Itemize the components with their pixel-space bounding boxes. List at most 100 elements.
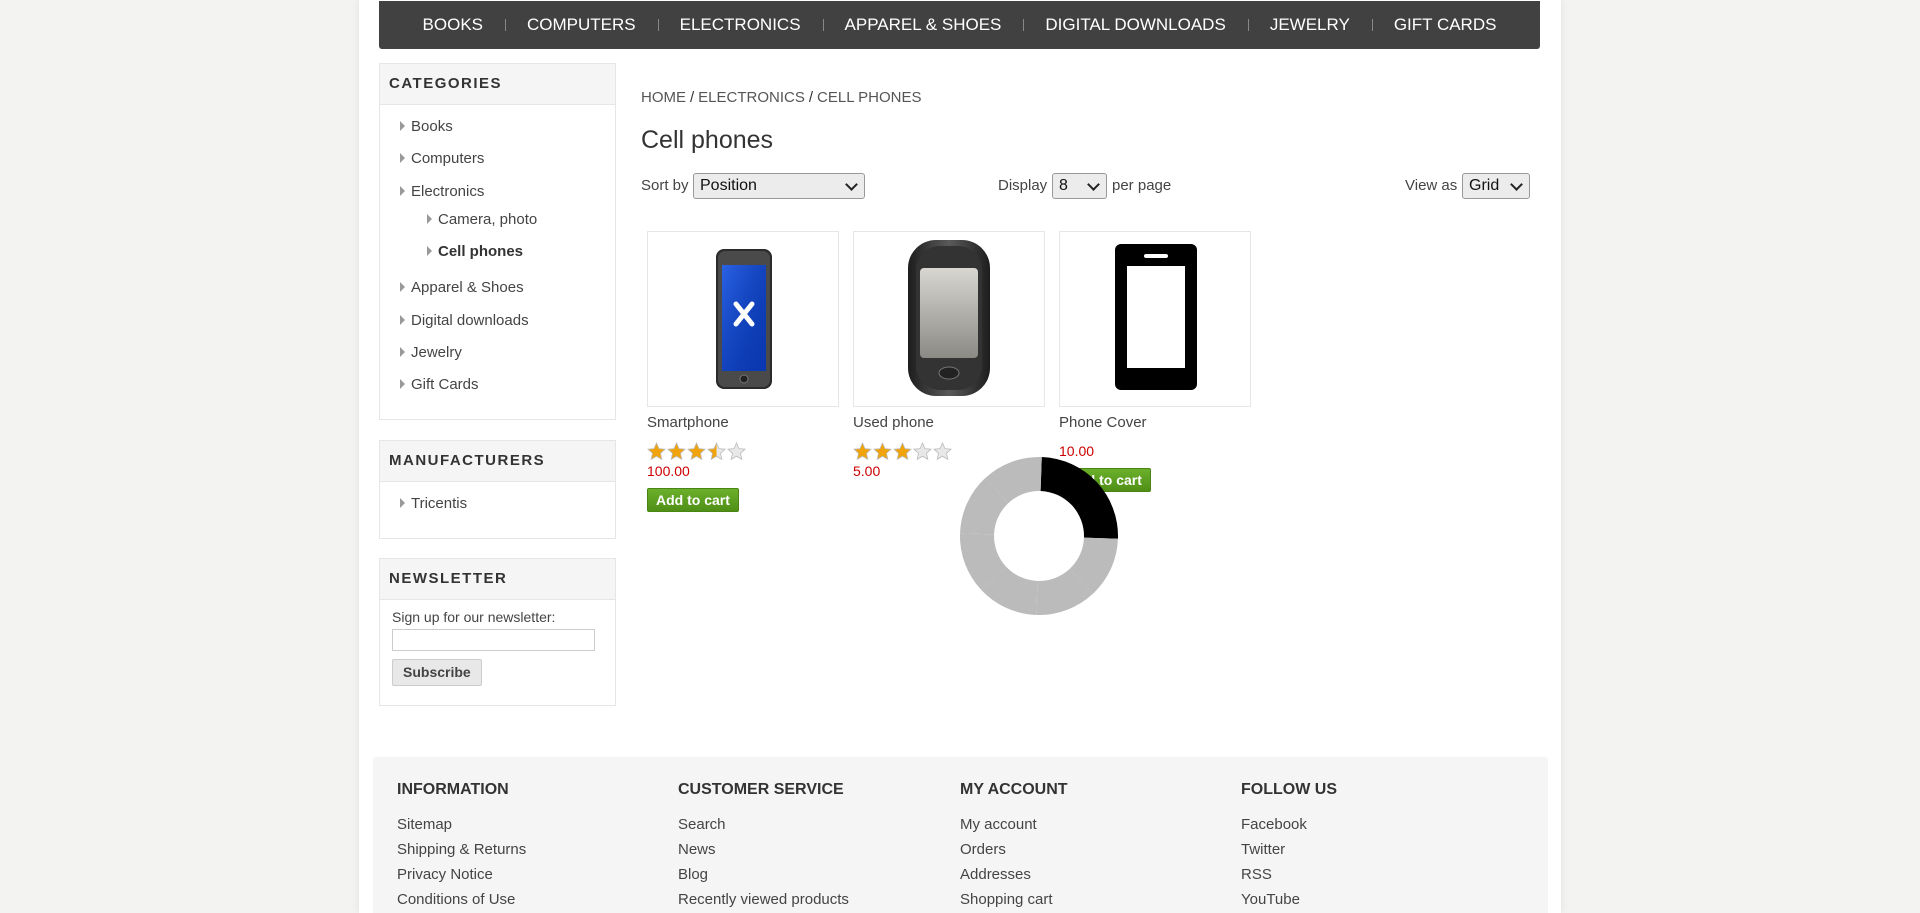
- footer-column-title: Information: [397, 781, 509, 798]
- category-gift-cards[interactable]: Gift Cards: [400, 376, 479, 393]
- breadcrumb-separator: /: [690, 89, 695, 106]
- footer-link-sitemap[interactable]: Sitemap: [397, 816, 526, 833]
- footer-column-customer-service: Customer service Search News Blog Recent…: [678, 781, 849, 908]
- footer-column-information: Information Sitemap Shipping & Returns P…: [397, 781, 526, 908]
- category-electronics[interactable]: Electronics: [400, 183, 484, 200]
- footer-link-youtube[interactable]: YouTube: [1241, 891, 1337, 908]
- display-label: Display: [998, 177, 1048, 194]
- product-image-used-phone[interactable]: [853, 231, 1045, 407]
- footer-link-rss[interactable]: RSS: [1241, 866, 1337, 883]
- footer-link-facebook[interactable]: Facebook: [1241, 816, 1337, 833]
- sort-select-value: Position: [700, 177, 757, 194]
- category-cell-phones[interactable]: Cell phones: [427, 243, 523, 260]
- footer-link-search[interactable]: Search: [678, 816, 849, 833]
- star-icon: [893, 442, 912, 461]
- caret-right-icon: [400, 347, 405, 357]
- breadcrumb-current: Cell phones: [817, 89, 922, 106]
- footer-link-privacy-notice[interactable]: Privacy Notice: [397, 866, 526, 883]
- category-digital-downloads[interactable]: Digital downloads: [400, 312, 529, 329]
- category-camera-photo[interactable]: Camera, photo: [427, 211, 537, 228]
- breadcrumb-electronics[interactable]: Electronics: [698, 89, 805, 106]
- view-as-select-value: Grid: [1469, 177, 1500, 194]
- category-computers[interactable]: Computers: [400, 150, 484, 167]
- rating-stars: [647, 442, 746, 461]
- display-select-value: 8: [1059, 177, 1068, 194]
- footer-link-conditions-of-use[interactable]: Conditions of Use: [397, 891, 526, 908]
- view-as-label: View as: [1405, 177, 1458, 194]
- menu-item-apparel-shoes[interactable]: Apparel & Shoes: [822, 15, 1024, 35]
- menu-item-books[interactable]: Books: [401, 15, 505, 35]
- category-jewelry[interactable]: Jewelry: [400, 344, 462, 361]
- footer-column-title: My account: [960, 781, 1068, 798]
- star-icon: [727, 442, 746, 461]
- categories-block: Categories Books Computers Electronics C…: [379, 63, 616, 420]
- breadcrumb-home[interactable]: Home: [641, 89, 686, 106]
- footer-link-my-account[interactable]: My account: [960, 816, 1068, 833]
- caret-right-icon: [400, 121, 405, 131]
- breadcrumb-separator: /: [808, 89, 814, 106]
- newsletter-block: Newsletter Sign up for our newsletter: S…: [379, 558, 616, 706]
- subscribe-button[interactable]: Subscribe: [392, 659, 482, 686]
- footer-column-my-account: My account My account Orders Addresses S…: [960, 781, 1068, 908]
- menu-item-computers[interactable]: Computers: [505, 15, 658, 35]
- star-icon: [667, 442, 686, 461]
- caret-right-icon: [427, 214, 432, 224]
- footer-link-addresses[interactable]: Addresses: [960, 866, 1068, 883]
- caret-right-icon: [400, 315, 405, 325]
- view-as-select[interactable]: Grid: [1462, 173, 1530, 199]
- footer-link-shipping-returns[interactable]: Shipping & Returns: [397, 841, 526, 858]
- caret-right-icon: [400, 153, 405, 163]
- footer-link-twitter[interactable]: Twitter: [1241, 841, 1337, 858]
- newsletter-label: Sign up for our newsletter:: [392, 609, 556, 625]
- breadcrumb: Home / Electronics / Cell phones: [641, 89, 922, 106]
- star-icon: [707, 442, 726, 461]
- sort-select[interactable]: Position: [693, 173, 865, 199]
- category-books[interactable]: Books: [400, 118, 453, 135]
- chevron-down-icon: [1510, 178, 1523, 191]
- footer-link-blog[interactable]: Blog: [678, 866, 849, 883]
- footer-link-shopping-cart[interactable]: Shopping cart: [960, 891, 1068, 908]
- manufacturers-block: Manufacturers Tricentis: [379, 440, 616, 539]
- display-select[interactable]: 8: [1052, 173, 1107, 199]
- product-price: 5.00: [853, 463, 881, 479]
- newsletter-title: Newsletter: [380, 559, 615, 600]
- footer-column-title: Follow us: [1241, 781, 1337, 798]
- loading-spinner-icon: [959, 456, 1118, 616]
- caret-right-icon: [427, 246, 432, 256]
- star-icon: [647, 442, 666, 461]
- page-title: Cell phones: [641, 126, 774, 154]
- smartphone-image: [716, 249, 772, 389]
- used-phone-image: [908, 240, 990, 396]
- newsletter-email-input[interactable]: [392, 629, 595, 651]
- category-apparel-shoes[interactable]: Apparel & Shoes: [400, 279, 524, 296]
- add-to-cart-button[interactable]: Add to cart: [647, 488, 739, 512]
- star-icon: [933, 442, 952, 461]
- footer: Information Sitemap Shipping & Returns P…: [373, 757, 1548, 913]
- product-image-phone-cover[interactable]: [1059, 231, 1251, 407]
- menu-item-electronics[interactable]: Electronics: [657, 15, 823, 35]
- chevron-down-icon: [1087, 178, 1100, 191]
- chevron-down-icon: [845, 178, 858, 191]
- product-name[interactable]: Phone Cover: [1059, 414, 1147, 431]
- product-name[interactable]: Used phone: [853, 414, 934, 431]
- product-price: 100.00: [647, 463, 690, 479]
- footer-link-orders[interactable]: Orders: [960, 841, 1068, 858]
- menu-item-jewelry[interactable]: Jewelry: [1247, 15, 1372, 35]
- product-image-smartphone[interactable]: [647, 231, 839, 407]
- star-icon: [873, 442, 892, 461]
- top-menu: Books Computers Electronics Apparel & Sh…: [379, 1, 1540, 49]
- product-name[interactable]: Smartphone: [647, 414, 729, 431]
- footer-column-follow-us: Follow us Facebook Twitter RSS YouTube: [1241, 781, 1337, 908]
- caret-right-icon: [400, 282, 405, 292]
- menu-item-digital-downloads[interactable]: Digital downloads: [1023, 15, 1247, 35]
- star-icon: [687, 442, 706, 461]
- caret-right-icon: [400, 379, 405, 389]
- sort-label: Sort by: [641, 177, 689, 194]
- phone-cover-image: [1115, 244, 1197, 390]
- categories-title: Categories: [380, 64, 615, 105]
- menu-item-gift-cards[interactable]: Gift Cards: [1371, 15, 1519, 35]
- manufacturer-tricentis[interactable]: Tricentis: [400, 495, 467, 512]
- footer-link-recently-viewed[interactable]: Recently viewed products: [678, 891, 849, 908]
- per-page-label: per page: [1112, 177, 1172, 194]
- footer-link-news[interactable]: News: [678, 841, 849, 858]
